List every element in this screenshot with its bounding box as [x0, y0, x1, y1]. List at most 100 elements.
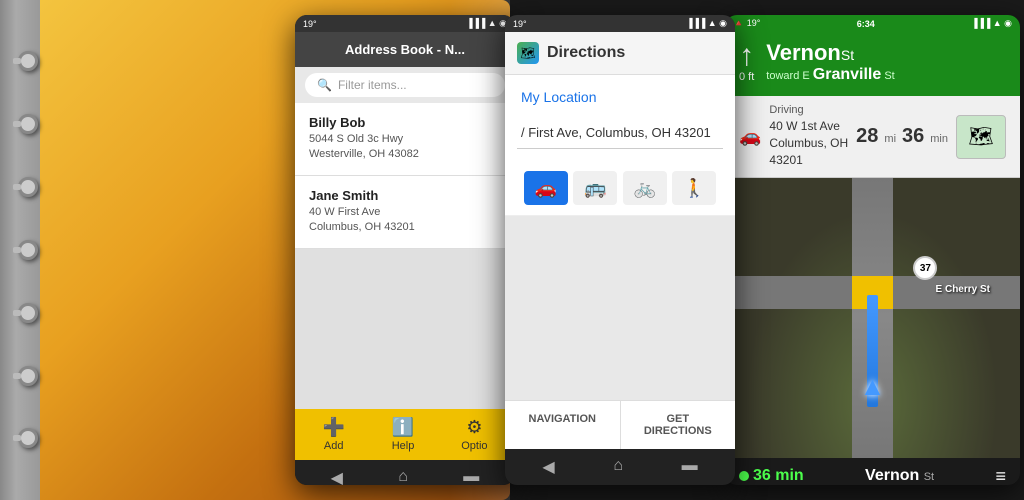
contact-addr-2: 40 W First Ave Columbus, OH 43201	[309, 205, 501, 236]
ring-6	[18, 366, 38, 386]
driving-label: Driving	[769, 104, 848, 116]
street-suffix: St	[841, 47, 854, 63]
my-location-label[interactable]: My Location	[505, 75, 735, 113]
add-label: Add	[324, 440, 344, 452]
transport-car[interactable]: 🚗	[524, 171, 568, 205]
directions-app-bar: 🗺 Directions	[505, 32, 735, 75]
distance-value: 0 ft	[739, 71, 754, 83]
home-button-2[interactable]: ⌂	[613, 457, 623, 477]
options-icon: ⚙	[466, 417, 482, 438]
status-temp-1: 19°	[303, 19, 317, 29]
status-bar-3: 🔺 19° 6:34 ▐▐▐ ▲ ◉	[725, 15, 1020, 32]
destination-address[interactable]: / First Ave, Columbus, OH 43201	[517, 117, 723, 149]
drive-details: Driving 40 W 1st Ave Columbus, OH 43201	[769, 104, 848, 168]
driving-icon: 🚗	[739, 126, 761, 147]
eta-dot	[739, 471, 749, 481]
get-directions-button[interactable]: GET DIRECTIONS	[621, 401, 736, 449]
street-name-main: Vernon	[766, 40, 841, 65]
status-temp-2: 19°	[513, 19, 527, 29]
bottom-strip: 36 min Vernon St ≡	[725, 458, 1020, 485]
ring-3	[18, 177, 38, 197]
options-button[interactable]: ⚙ Optio	[461, 417, 487, 452]
maps-app-icon: 🗺	[517, 42, 539, 64]
transport-mode-row: 🚗 🚌 🚲 🚶	[505, 161, 735, 216]
nav-bar-1: ◀ ⌂ ▬	[295, 460, 515, 485]
status-bar-1: 19° ▐▐▐ ▲ ◉	[295, 15, 515, 32]
phone-directions: 19° ▐▐▐ ▲ ◉ 🗺 Directions My Location / F…	[505, 15, 735, 485]
status-icons-1: ▐▐▐ ▲ ◉	[466, 18, 507, 29]
recent-button-1[interactable]: ▬	[463, 468, 479, 485]
search-bar[interactable]: 🔍 Filter items...	[295, 67, 515, 103]
ring-2	[18, 114, 38, 134]
back-button-2[interactable]: ◀	[542, 457, 554, 477]
granville-suffix: St	[884, 70, 894, 82]
recent-button-2[interactable]: ▬	[682, 457, 698, 477]
miles-value: 28	[856, 125, 878, 148]
phone-address-book: 19° ▐▐▐ ▲ ◉ Address Book - N... 🔍 Filter…	[295, 15, 515, 485]
phone-navigation: 🔺 19° 6:34 ▐▐▐ ▲ ◉ ↑ 0 ft VernonSt towar…	[725, 15, 1020, 485]
eta-display: 36 min	[739, 467, 804, 485]
menu-icon[interactable]: ≡	[995, 466, 1006, 485]
nav-bar-2: ◀ ⌂ ▬	[505, 449, 735, 485]
map-road-left	[725, 276, 852, 310]
street-info: VernonSt toward E Granville St	[766, 40, 1006, 84]
spiral-rings	[18, 0, 42, 500]
granville-name: Granville	[813, 66, 881, 83]
minutes-unit: min	[930, 133, 948, 145]
empty-area-1	[295, 249, 515, 409]
direction-arrow: ↑ 0 ft	[739, 41, 754, 83]
search-input-container[interactable]: 🔍 Filter items...	[305, 73, 505, 97]
drive-address: 40 W 1st Ave Columbus, OH 43201	[769, 118, 848, 168]
miles-unit: mi	[884, 133, 896, 145]
bottom-street-suffix: St	[924, 471, 934, 483]
drive-stats: 28 mi 36 min	[856, 125, 948, 148]
ring-7	[18, 428, 38, 448]
help-icon: ℹ️	[392, 417, 414, 438]
toward-label: toward E Granville St	[766, 66, 1006, 84]
add-icon: ➕	[322, 417, 344, 438]
search-icon: 🔍	[317, 78, 332, 92]
options-label: Optio	[461, 440, 487, 452]
contacts-list: Billy Bob 5044 S Old 3c Hwy Westerville,…	[295, 103, 515, 249]
directions-title: Directions	[547, 44, 625, 62]
transport-bike[interactable]: 🚲	[623, 171, 667, 205]
contact-item-1[interactable]: Billy Bob 5044 S Old 3c Hwy Westerville,…	[295, 103, 515, 176]
app-title-1: Address Book - N...	[345, 42, 465, 57]
status-icons-3: ▐▐▐ ▲ ◉	[971, 18, 1012, 29]
eta-value: 36 min	[753, 467, 804, 485]
app-bar-1: Address Book - N...	[295, 32, 515, 67]
action-buttons-row: NAVIGATION GET DIRECTIONS	[505, 400, 735, 449]
transport-walk[interactable]: 🚶	[672, 171, 716, 205]
navigation-button[interactable]: NAVIGATION	[505, 401, 621, 449]
transport-bus[interactable]: 🚌	[573, 171, 617, 205]
bottom-bar-1: ➕ Add ℹ️ Help ⚙ Optio	[295, 409, 515, 460]
drive-info-bar: 🚗 Driving 40 W 1st Ave Columbus, OH 4320…	[725, 96, 1020, 177]
status-time-3: 6:34	[857, 19, 875, 29]
contact-item-2[interactable]: Jane Smith 40 W First Ave Columbus, OH 4…	[295, 176, 515, 249]
minutes-value: 36	[902, 125, 924, 148]
status-icons-2: ▐▐▐ ▲ ◉	[686, 18, 727, 29]
directions-content: My Location / First Ave, Columbus, OH 43…	[505, 75, 735, 449]
search-placeholder: Filter items...	[338, 78, 407, 92]
contact-name-2: Jane Smith	[309, 188, 501, 203]
add-button[interactable]: ➕ Add	[322, 417, 344, 452]
map-thumbnail[interactable]: 🗺	[956, 115, 1006, 159]
ring-4	[18, 240, 38, 260]
help-button[interactable]: ℹ️ Help	[392, 417, 415, 452]
contact-addr-1: 5044 S Old 3c Hwy Westerville, OH 43082	[309, 132, 501, 163]
navigation-arrow: ▲	[860, 371, 886, 402]
status-left-3: 🔺 19°	[733, 18, 760, 29]
up-arrow-icon: ↑	[739, 41, 754, 71]
direction-header: ↑ 0 ft VernonSt toward E Granville St	[725, 32, 1020, 96]
home-button-1[interactable]: ⌂	[398, 468, 408, 485]
help-label: Help	[392, 440, 415, 452]
ring-1	[18, 51, 38, 71]
bottom-street: Vernon St	[865, 467, 934, 485]
status-bar-2: 19° ▐▐▐ ▲ ◉	[505, 15, 735, 32]
ring-5	[18, 303, 38, 323]
navigation-map[interactable]: E Cherry St 37 ▲	[725, 178, 1020, 458]
back-button-1[interactable]: ◀	[331, 468, 343, 485]
map-street-label: E Cherry St	[936, 284, 990, 295]
contact-name-1: Billy Bob	[309, 115, 501, 130]
empty-area-2	[505, 216, 735, 400]
